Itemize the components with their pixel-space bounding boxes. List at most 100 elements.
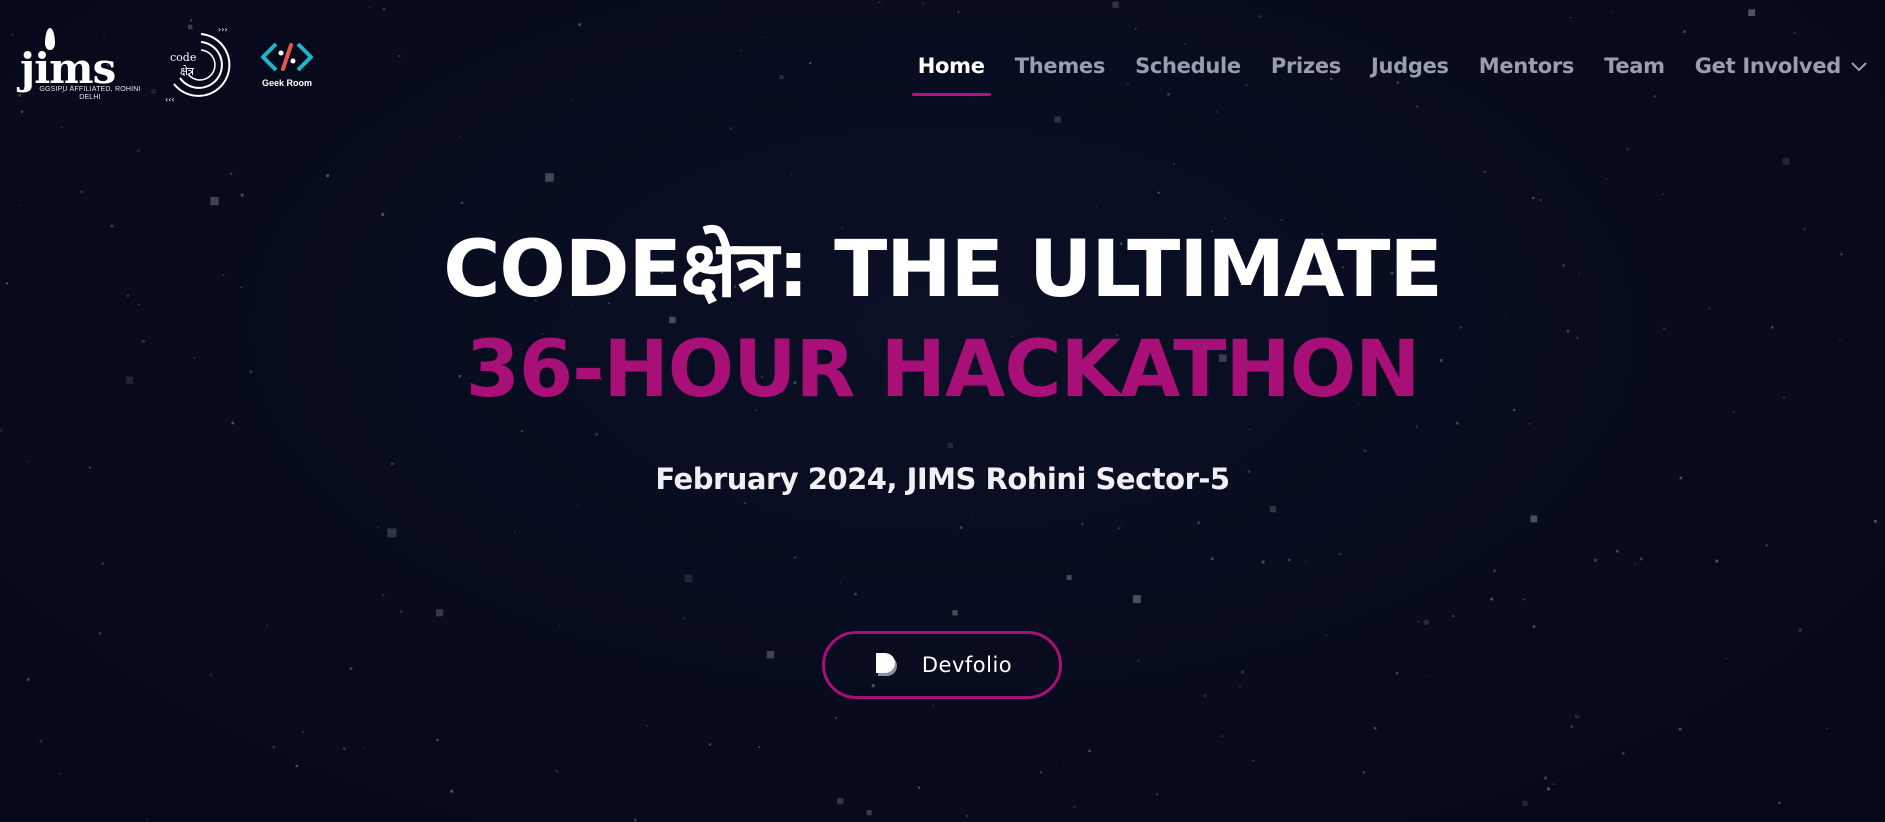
star-dot (1553, 783, 1555, 785)
star-dot (1088, 749, 1091, 752)
star-dot (230, 172, 233, 175)
star-dot (1662, 193, 1665, 195)
page: jims GGSIPU AFFILIATED, ROHINI DELHI ›››… (0, 0, 1885, 822)
star-dot (1288, 558, 1291, 562)
nav-item-judges[interactable]: Judges (1371, 54, 1449, 78)
devfolio-button[interactable]: Devfolio (822, 631, 1062, 699)
nav-item-team[interactable]: Team (1604, 54, 1665, 78)
star-dot (708, 743, 712, 746)
star-dot (61, 126, 63, 129)
star-dot (1626, 148, 1629, 151)
hero-section: CODEक्षेत्र: THE ULTIMATE 36-HOUR HACKAT… (0, 220, 1885, 496)
star-dot (436, 738, 439, 741)
geek-room-label: Geek Room (261, 78, 312, 88)
svg-text:›››: ››› (218, 26, 228, 34)
star-dot (146, 818, 149, 821)
star-dot (1238, 685, 1242, 688)
star-dot (1634, 562, 1637, 565)
star-dot (1395, 672, 1399, 675)
star-dot (1522, 800, 1528, 807)
star-dot (1606, 178, 1608, 180)
star-dot (382, 594, 385, 597)
codekshetra-ring-icon: ››› ‹‹‹ (165, 25, 231, 104)
star-dot (1715, 559, 1719, 563)
codekshetra-logo[interactable]: ››› ‹‹‹ code क्षेत्र (164, 25, 238, 104)
star-dot (1261, 560, 1265, 564)
star-dot (1874, 519, 1877, 523)
star-dot (1066, 575, 1072, 580)
star-dot (1615, 549, 1619, 553)
star-dot (1210, 557, 1214, 561)
star-dot (1575, 715, 1577, 717)
star-dot (19, 204, 22, 206)
star-dot (240, 193, 244, 197)
star-dot (559, 624, 561, 626)
star-dot (1120, 522, 1122, 524)
star-dot (1765, 544, 1768, 547)
kshetra-logo-text: क्षेत्र (180, 65, 194, 78)
star-dot (98, 632, 101, 635)
star-dot (1073, 805, 1076, 808)
star-dot (1039, 771, 1043, 774)
star-dot (1118, 527, 1121, 530)
star-dot (1374, 727, 1377, 730)
nav-item-home[interactable]: Home (911, 54, 991, 96)
star-dot (1544, 776, 1547, 780)
star-dot (794, 556, 797, 559)
nav-item-prizes[interactable]: Prizes (1271, 54, 1341, 78)
star-dot (1269, 506, 1277, 513)
star-dot (460, 201, 464, 204)
nav-item-themes[interactable]: Themes (1015, 54, 1106, 78)
main-nav: Home Themes Schedule Prizes Judges Mento… (888, 52, 1867, 96)
jims-logo[interactable]: jims GGSIPU AFFILIATED, ROHINI DELHI (20, 26, 142, 106)
star-dot (918, 786, 920, 789)
star-dot (1493, 569, 1496, 573)
geek-room-icon (261, 42, 313, 72)
star-dot (295, 764, 298, 768)
star-dot (326, 174, 329, 178)
star-dot (1530, 515, 1538, 523)
star-dot (1081, 522, 1084, 525)
star-dot (1594, 558, 1597, 562)
star-dot (1423, 619, 1429, 625)
star-dot (1197, 521, 1200, 525)
star-dot (210, 197, 219, 206)
star-dot (1826, 728, 1828, 730)
nav-item-schedule[interactable]: Schedule (1135, 54, 1241, 78)
nav-item-get-involved[interactable]: Get Involved (1695, 54, 1867, 78)
star-dot (349, 667, 353, 670)
star-dot (39, 739, 43, 743)
star-dot (545, 173, 554, 182)
code-logo-text: code (170, 51, 197, 64)
star-dot (1640, 557, 1643, 561)
star-dot (381, 213, 385, 216)
nav-item-mentors[interactable]: Mentors (1479, 54, 1575, 78)
star-dot (272, 745, 276, 749)
star-dot (1570, 725, 1574, 729)
star-dot (1778, 801, 1781, 804)
star-dot (1133, 595, 1141, 603)
hero-title-line2: 36-HOUR HACKATHON (465, 325, 1421, 415)
svg-text:‹‹‹: ‹‹‹ (165, 95, 175, 104)
star-dot (952, 610, 958, 616)
geek-room-logo[interactable]: Geek Room (260, 40, 314, 110)
star-dot (932, 704, 934, 707)
star-dot (1216, 111, 1218, 113)
star-dot (1157, 191, 1160, 194)
star-dot (634, 818, 637, 822)
site-header: jims GGSIPU AFFILIATED, ROHINI DELHI ›››… (0, 0, 1885, 110)
star-dot (839, 581, 842, 583)
star-dot (646, 725, 648, 727)
star-dot (766, 651, 775, 659)
logo-group: jims GGSIPU AFFILIATED, ROHINI DELHI ›››… (20, 25, 314, 110)
star-dot (387, 528, 397, 538)
star-dot (323, 195, 325, 197)
star-dot (1532, 196, 1535, 200)
star-dot (209, 673, 213, 677)
star-dot (80, 190, 83, 194)
star-dot (758, 746, 760, 749)
star-dot (20, 110, 23, 113)
star-dot (363, 747, 366, 749)
star-dot (1483, 170, 1487, 174)
star-dot (729, 127, 732, 130)
